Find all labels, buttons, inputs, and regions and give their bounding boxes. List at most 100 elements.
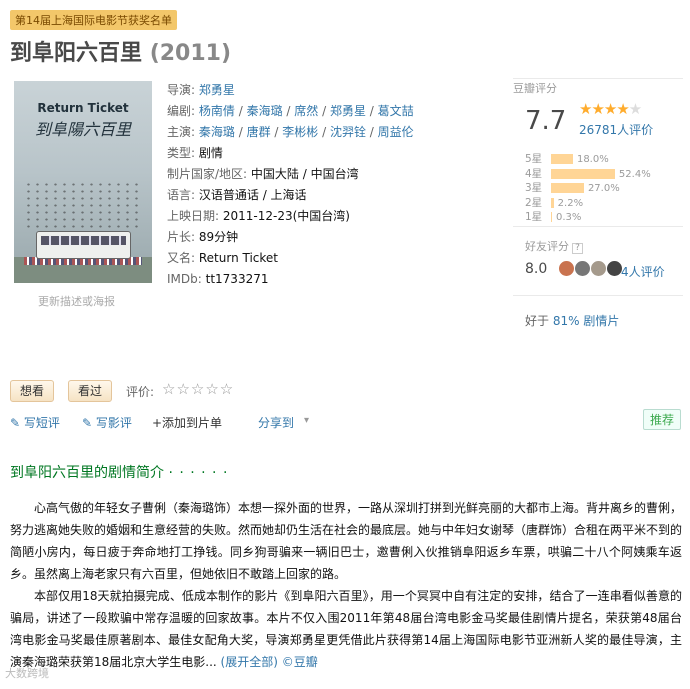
cast-label: 主演: — [167, 125, 196, 139]
rating-bar — [551, 212, 552, 222]
rating-row-pct: 18.0% — [576, 154, 609, 165]
rating-row-pct: 52.4% — [618, 168, 651, 180]
rating-row-pct: 27.0% — [587, 183, 620, 194]
add-to-list-button[interactable]: +添加到片单 — [152, 414, 222, 431]
avatar[interactable] — [559, 261, 574, 276]
rating-row-label: 3星 — [525, 182, 543, 194]
rate-label: 评价: — [126, 385, 155, 399]
update-poster-link[interactable]: 更新描述或海报 — [38, 293, 115, 309]
cast-link[interactable]: 李彬彬 — [282, 125, 318, 139]
want-to-watch-button[interactable]: 想看 — [10, 380, 55, 402]
rating-divider-bottom — [513, 295, 683, 296]
award-tag[interactable]: 第14届上海国际电影节获奖名单 — [10, 10, 177, 30]
poster-bus — [36, 231, 131, 259]
cast-link[interactable]: 唐群 — [247, 125, 271, 139]
write-short-review-button[interactable]: ✎ 写短评 — [10, 414, 60, 431]
rating-row-pct: 0.3% — [556, 212, 582, 223]
rating-row: 4星 52.4% — [525, 167, 651, 182]
rating-stars-icon: ★★★★★ — [579, 100, 642, 118]
aka-value: Return Ticket — [198, 251, 279, 265]
better-prefix: 好于 — [525, 314, 550, 328]
aka-label: 又名: — [167, 251, 196, 265]
rating-score: 7.7 — [525, 106, 567, 136]
writer-link[interactable]: 郑勇星 — [330, 104, 366, 118]
recommend-button[interactable]: 推荐 — [643, 409, 682, 430]
poster-title-en: Return Ticket — [37, 101, 129, 115]
writer-link[interactable]: 葛文喆 — [378, 104, 414, 118]
movie-year: (2011) — [149, 41, 232, 66]
avatar[interactable] — [591, 261, 606, 276]
write-review-button[interactable]: ✎ 写影评 — [82, 414, 132, 431]
rating-bar — [551, 154, 573, 164]
better-than: 好于 81% 剧情片 — [525, 312, 619, 329]
help-icon[interactable]: ? — [572, 243, 583, 254]
rate-stars-input[interactable]: ☆☆☆☆☆ — [162, 380, 234, 398]
runtime-label: 片长: — [167, 230, 196, 244]
page-title: 到阜阳六百里 (2011) — [10, 35, 231, 67]
expand-all-link[interactable]: (展开全部) — [221, 655, 278, 669]
runtime-value: 89分钟 — [198, 230, 239, 244]
friend-avatars — [559, 261, 623, 276]
movie-info: 导演: 郑勇星 编剧: 杨南倩 / 秦海璐 / 席然 / 郑勇星 / 葛文喆 主… — [167, 83, 414, 286]
friend-score: 8.0 — [525, 261, 548, 277]
language-label: 语言: — [167, 188, 196, 202]
cast-link[interactable]: 沈羿铨 — [330, 125, 366, 139]
director-link[interactable]: 郑勇星 — [199, 83, 235, 97]
rating-votes-link[interactable]: 26781人评价 — [579, 121, 653, 138]
writer-link[interactable]: 杨南倩 — [199, 104, 235, 118]
writer-link[interactable]: 秦海璐 — [247, 104, 283, 118]
friend-rating-label: 好友评分 — [525, 240, 569, 253]
summary-title: 到阜阳六百里的剧情简介 · · · · · · — [10, 462, 228, 482]
watermark: 大数跨境 — [5, 667, 49, 680]
better-genre-link[interactable]: 剧情片 — [583, 314, 619, 328]
rating-row: 1星 0.3% — [525, 210, 651, 225]
friend-count-link[interactable]: 4人评价 — [621, 263, 665, 280]
genre-value: 剧情 — [198, 146, 223, 160]
rating-bar — [551, 197, 554, 208]
rating-row-label: 1星 — [525, 211, 543, 223]
rating-bar — [551, 183, 584, 193]
chevron-down-icon[interactable]: ▾ — [304, 415, 309, 426]
better-pct-link[interactable]: 81% — [553, 314, 580, 328]
rating-row-label: 4星 — [525, 167, 543, 180]
summary-body: 心高气傲的年轻女子曹俐（秦海璐饰）本想一探外面的世界，一路从深圳打拼到光鲜亮丽的… — [10, 497, 682, 673]
country-label: 制片国家/地区: — [167, 167, 248, 181]
summary-dots: · · · · · · — [168, 465, 229, 481]
release-value: 2011-12-23(中国台湾) — [222, 209, 350, 223]
rating-row-label: 5星 — [525, 153, 543, 165]
douban-source-link[interactable]: ©豆瓣 — [282, 655, 318, 669]
rating-bar — [551, 168, 615, 179]
movie-poster[interactable]: Return Ticket 到阜陽六百里 — [14, 81, 152, 283]
rating-row: 2星 2.2% — [525, 196, 651, 211]
rating-row: 5星 18.0% — [525, 152, 651, 167]
writer-label: 编剧: — [167, 104, 196, 118]
watched-button[interactable]: 看过 — [68, 380, 113, 402]
imdb-value: tt1733271 — [205, 272, 269, 286]
summary-paragraph-2: 本部仅用18天就拍摄完成、低成本制作的影片《到阜阳六百里》，用一个冥冥中自有注定… — [10, 585, 682, 673]
rating-divider-top — [513, 78, 683, 79]
cast-link[interactable]: 秦海璐 — [199, 125, 235, 139]
rating-header: 豆瓣评分 — [513, 82, 557, 95]
avatar[interactable] — [575, 261, 590, 276]
summary-title-text: 到阜阳六百里的剧情简介 — [10, 465, 164, 481]
summary-paragraph: 心高气傲的年轻女子曹俐（秦海璐饰）本想一探外面的世界，一路从深圳打拼到光鲜亮丽的… — [10, 501, 683, 581]
rating-distribution: 5星 18.0% 4星 52.4% 3星 27.0% 2星 2.2% 1星 0.3% — [525, 152, 651, 225]
rating-row-pct: 2.2% — [557, 197, 584, 209]
cast-link[interactable]: 周益伦 — [378, 125, 414, 139]
rating-divider-mid — [513, 226, 683, 227]
director-label: 导演: — [167, 83, 196, 97]
friend-rating-header: 好友评分? — [525, 238, 583, 254]
writer-link[interactable]: 席然 — [294, 104, 318, 118]
rating-panel: 豆瓣评分 7.7 ★★★★★ 26781人评价 5星 18.0% 4星 52.4% 3星… — [513, 80, 683, 340]
country-value: 中国大陆 / 中国台湾 — [250, 167, 359, 181]
release-label: 上映日期: — [167, 209, 220, 223]
language-value: 汉语普通话 / 上海话 — [198, 188, 307, 202]
avatar[interactable] — [607, 261, 622, 276]
share-button[interactable]: 分享到 — [258, 414, 294, 431]
rating-row-label: 2星 — [525, 196, 543, 209]
imdb-label: IMDb: — [167, 272, 202, 286]
poster-birds — [24, 181, 142, 231]
rating-stars-on: ★★★★ — [579, 100, 630, 118]
rating-stars-off: ★ — [628, 100, 642, 118]
genre-label: 类型: — [167, 146, 196, 160]
